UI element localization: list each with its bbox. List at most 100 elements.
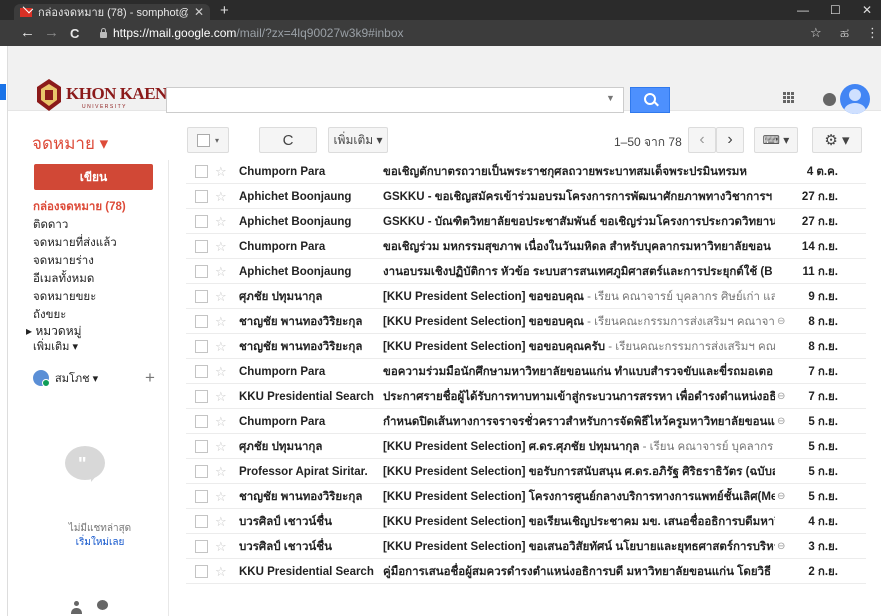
- star-icon[interactable]: ☆: [215, 514, 229, 530]
- star-icon[interactable]: ☆: [215, 364, 229, 380]
- row-checkbox[interactable]: [195, 290, 208, 303]
- row-checkbox[interactable]: [195, 415, 208, 428]
- star-icon[interactable]: ☆: [215, 264, 229, 280]
- star-icon[interactable]: ☆: [215, 414, 229, 430]
- tab-close-icon[interactable]: ✕: [194, 5, 204, 19]
- email-date: 8 ก.ย.: [808, 315, 838, 328]
- forward-button[interactable]: →: [44, 24, 59, 41]
- row-checkbox[interactable]: [195, 365, 208, 378]
- apps-grid-icon[interactable]: [783, 92, 795, 104]
- email-row[interactable]: ☆ Chumporn Para ขอเชิญตักบาตรถวายเป็นพระรา…: [186, 160, 866, 184]
- kku-logo[interactable]: KHON KAEN UNIVERSITY: [34, 78, 167, 112]
- email-row[interactable]: ☆ Aphichet Boonjaung GSKKU - ขอเชิญสมัครเข…: [186, 185, 866, 209]
- browser-menu-icon[interactable]: ⋮: [866, 25, 879, 41]
- close-window-button[interactable]: ✕: [862, 3, 872, 17]
- star-icon[interactable]: ☆: [215, 314, 229, 330]
- star-icon[interactable]: ☆: [215, 489, 229, 505]
- mail-switcher[interactable]: จดหมาย ▾: [32, 130, 108, 157]
- search-options-chevron-icon[interactable]: ▼: [606, 93, 615, 103]
- search-button[interactable]: [630, 87, 670, 113]
- row-checkbox[interactable]: [195, 240, 208, 253]
- hangouts-user[interactable]: สมโภช ▾: [33, 368, 98, 388]
- email-row[interactable]: ☆ Professor Apirat Siritar. [KKU President…: [186, 460, 866, 484]
- refresh-button[interactable]: C: [259, 127, 317, 153]
- row-checkbox[interactable]: [195, 315, 208, 328]
- nav-divider: [168, 160, 169, 616]
- row-checkbox[interactable]: [195, 565, 208, 578]
- row-checkbox[interactable]: [195, 190, 208, 203]
- email-row[interactable]: ☆ บวรศิลป์ เชาวน์ชื่น [KKU President Selec…: [186, 535, 866, 559]
- nav-sent[interactable]: จดหมายที่ส่งแล้ว: [33, 234, 117, 252]
- row-checkbox[interactable]: [195, 515, 208, 528]
- row-checkbox[interactable]: [195, 490, 208, 503]
- email-row[interactable]: ☆ Aphichet Boonjaung GSKKU - บัณฑิตวิทยาลั…: [186, 210, 866, 234]
- email-row[interactable]: ☆ ชาญชัย พานทองวิริยะกุล [KKU President Se…: [186, 310, 866, 334]
- row-checkbox[interactable]: [195, 265, 208, 278]
- chat-bubble-icon: ": [65, 446, 105, 482]
- star-icon[interactable]: ☆: [215, 439, 229, 455]
- email-row[interactable]: ☆ ชาญชัย พานทองวิริยะกุล [KKU President Se…: [186, 485, 866, 509]
- email-row[interactable]: ☆ Chumporn Para ขอเชิญร่วม มหกรรมสุขภาพ เน…: [186, 235, 866, 259]
- start-new-chat-link[interactable]: เริ่มใหม่เลย: [60, 535, 140, 550]
- email-date: 8 ก.ย.: [808, 340, 838, 353]
- minimize-button[interactable]: —: [797, 3, 809, 17]
- notifications-icon[interactable]: [823, 93, 836, 106]
- star-icon[interactable]: ☆: [215, 564, 229, 580]
- email-row[interactable]: ☆ ศุภชัย ปทุมนากุล [KKU President Selectio…: [186, 435, 866, 459]
- browser-tab[interactable]: กล่องจดหมาย (78) - somphot@kku ✕: [14, 4, 210, 20]
- extension-icon[interactable]: ಹ: [840, 25, 849, 41]
- email-row[interactable]: ☆ Chumporn Para ขอความร่วมมือนักศึกษามหาวิ…: [186, 360, 866, 384]
- row-checkbox[interactable]: [195, 440, 208, 453]
- hangouts-chat-icon[interactable]: [97, 600, 108, 610]
- settings-button[interactable]: ⚙ ▾: [812, 127, 862, 153]
- nav-inbox[interactable]: กล่องจดหมาย (78): [33, 198, 126, 216]
- nav-more[interactable]: เพิ่มเติม ▾: [33, 337, 78, 355]
- star-icon[interactable]: ☆: [215, 189, 229, 205]
- email-row[interactable]: ☆ ชาญชัย พานทองวิริยะกุล [KKU President Se…: [186, 335, 866, 359]
- account-avatar[interactable]: [840, 84, 870, 114]
- email-row[interactable]: ☆ KKU Presidential Search ประกาศรายชื่อผู้…: [186, 385, 866, 409]
- more-button[interactable]: เพิ่มเติม ▾: [328, 127, 388, 153]
- row-checkbox[interactable]: [195, 165, 208, 178]
- prev-page-button[interactable]: ‹: [688, 127, 716, 153]
- row-checkbox[interactable]: [195, 465, 208, 478]
- address-bar[interactable]: https://mail.google.com/mail/?zx=4lq9002…: [100, 24, 800, 42]
- email-subject: GSKKU - ขอเชิญสมัครเข้าร่วมอบรมโครงการกา…: [383, 188, 775, 206]
- nav-spam[interactable]: จดหมายขยะ: [33, 288, 96, 306]
- star-icon[interactable]: ☆: [215, 164, 229, 180]
- email-row[interactable]: ☆ บวรศิลป์ เชาวน์ชื่น [KKU President Selec…: [186, 510, 866, 534]
- star-icon[interactable]: ☆: [215, 214, 229, 230]
- email-row[interactable]: ☆ Aphichet Boonjaung งานอบรมเชิงปฏิบัติการ…: [186, 260, 866, 284]
- back-button[interactable]: ←: [20, 24, 35, 41]
- row-checkbox[interactable]: [195, 540, 208, 553]
- email-row[interactable]: ☆ Chumporn Para กำหนดปิดเส้นทางการจราจรชั่…: [186, 410, 866, 434]
- nav-all-mail[interactable]: อีเมลทั้งหมด: [33, 270, 94, 288]
- email-subject-text: [KKU President Selection] ขอรับการสนับสน…: [383, 465, 775, 478]
- bookmark-star-icon[interactable]: ☆: [810, 25, 822, 41]
- email-snippet: - เรียนคณะกรรมการส่งเสริมฯ คณาจารย์ บุ: [587, 315, 775, 328]
- hangouts-add-button[interactable]: +: [145, 368, 155, 388]
- new-tab-button[interactable]: +: [220, 2, 229, 19]
- star-icon[interactable]: ☆: [215, 239, 229, 255]
- reload-button[interactable]: C: [70, 26, 79, 41]
- select-all-checkbox[interactable]: ▾: [187, 127, 229, 153]
- email-subject: [KKU President Selection] ขอขอบคุณครับ -…: [383, 338, 775, 356]
- search-input[interactable]: [166, 87, 624, 113]
- email-row[interactable]: ☆ ศุภชัย ปทุมนากุล [KKU President Selectio…: [186, 285, 866, 309]
- maximize-button[interactable]: ☐: [830, 3, 841, 17]
- star-icon[interactable]: ☆: [215, 339, 229, 355]
- next-page-button[interactable]: ›: [716, 127, 744, 153]
- email-row[interactable]: ☆ KKU Presidential Search คู่มือการเสนอชื่…: [186, 560, 866, 584]
- star-icon[interactable]: ☆: [215, 539, 229, 555]
- row-checkbox[interactable]: [195, 215, 208, 228]
- contacts-icon[interactable]: [71, 601, 82, 616]
- row-checkbox[interactable]: [195, 390, 208, 403]
- row-checkbox[interactable]: [195, 340, 208, 353]
- star-icon[interactable]: ☆: [215, 389, 229, 405]
- nav-drafts[interactable]: จดหมายร่าง: [33, 252, 94, 270]
- star-icon[interactable]: ☆: [215, 289, 229, 305]
- star-icon[interactable]: ☆: [215, 464, 229, 480]
- compose-button[interactable]: เขียน: [34, 164, 153, 190]
- input-tools-button[interactable]: ⌨ ▾: [754, 127, 798, 153]
- nav-starred[interactable]: ติดดาว: [33, 216, 68, 234]
